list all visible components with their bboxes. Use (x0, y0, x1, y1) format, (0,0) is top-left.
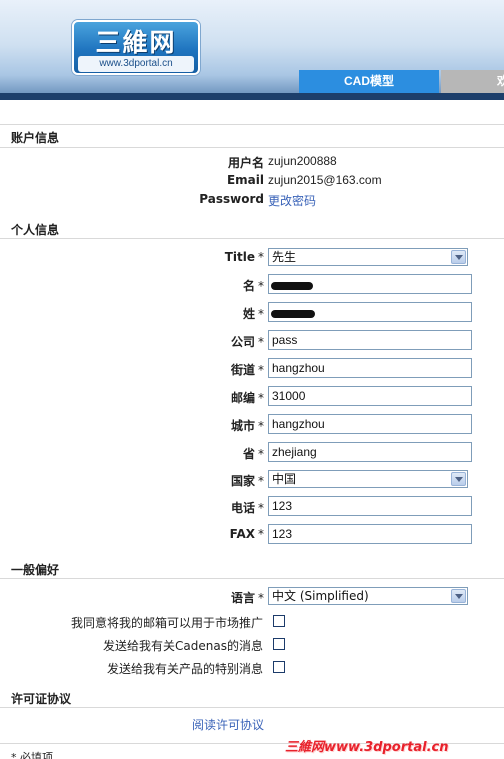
city-label: 城市 * (230, 419, 264, 433)
divider (0, 707, 504, 708)
header-bar (0, 93, 504, 100)
language-select[interactable]: 中文 (Simplified) (268, 587, 468, 605)
site-logo[interactable]: 三維网 www.3dportal.cn (72, 20, 200, 75)
tab-next[interactable]: 欢 (441, 70, 504, 93)
opt-marketing-checkbox[interactable] (273, 615, 285, 627)
watermark: 三維网www.3dportal.cn (285, 740, 449, 755)
read-license-link[interactable]: 阅读许可协议 (192, 716, 264, 733)
opt-cadenas-label: 发送给我有关Cadenas的消息 (103, 639, 263, 653)
chevron-down-icon[interactable] (451, 472, 466, 486)
company-field[interactable]: pass (268, 330, 472, 350)
first-name-label: 名 * (242, 279, 264, 293)
fax-label: FAX * (229, 527, 264, 541)
divider (0, 147, 504, 148)
province-label: 省 * (242, 447, 264, 461)
opt-products-checkbox[interactable] (273, 661, 285, 673)
section-title-license: 许可证协议 (11, 692, 72, 706)
fax-field[interactable]: 123 (268, 524, 472, 544)
chevron-down-icon[interactable] (451, 589, 466, 603)
password-label: Password (199, 192, 264, 206)
tab-cad-models[interactable]: CAD模型 (299, 70, 439, 93)
street-label: 街道 * (230, 363, 264, 377)
logo-title: 三維网 (95, 28, 177, 57)
divider (0, 124, 504, 125)
phone-label: 电话 * (230, 501, 264, 515)
redaction-mark (271, 282, 313, 290)
zip-field[interactable]: 31000 (268, 386, 472, 406)
zip-label: 邮编 * (230, 391, 264, 405)
title-label: Title * (224, 250, 264, 264)
opt-products-label: 发送给我有关产品的特别消息 (106, 662, 263, 676)
street-field[interactable]: hangzhou (268, 358, 472, 378)
language-label: 语言 * (230, 591, 264, 605)
company-label: 公司 * (230, 335, 264, 349)
opt-marketing-label: 我同意将我的邮箱可以用于市场推广 (70, 616, 263, 630)
username-value: zujun200888 (268, 154, 337, 168)
section-title-personal: 个人信息 (11, 223, 60, 237)
country-label: 国家 * (230, 474, 264, 488)
province-field[interactable]: zhejiang (268, 442, 472, 462)
username-label: 用户名 (227, 156, 264, 170)
phone-field[interactable]: 123 (268, 496, 472, 516)
title-select[interactable]: 先生 (268, 248, 468, 266)
last-name-label: 姓 * (242, 307, 264, 321)
divider (0, 238, 504, 239)
required-footnote: * 必填项 (11, 751, 53, 759)
divider (0, 578, 504, 579)
opt-cadenas-checkbox[interactable] (273, 638, 285, 650)
email-label: Email (226, 173, 264, 187)
city-field[interactable]: hangzhou (268, 414, 472, 434)
section-title-preferences: 一般偏好 (11, 563, 60, 577)
email-value: zujun2015@163.com (268, 173, 382, 187)
chevron-down-icon[interactable] (451, 250, 466, 264)
section-title-account: 账户信息 (11, 131, 60, 145)
country-select[interactable]: 中国 (268, 470, 468, 488)
logo-url: www.3dportal.cn (78, 56, 194, 72)
site-header: 三維网 www.3dportal.cn CAD模型 欢 (0, 0, 504, 100)
change-password-link[interactable]: 更改密码 (268, 192, 316, 209)
redaction-mark (271, 310, 315, 318)
